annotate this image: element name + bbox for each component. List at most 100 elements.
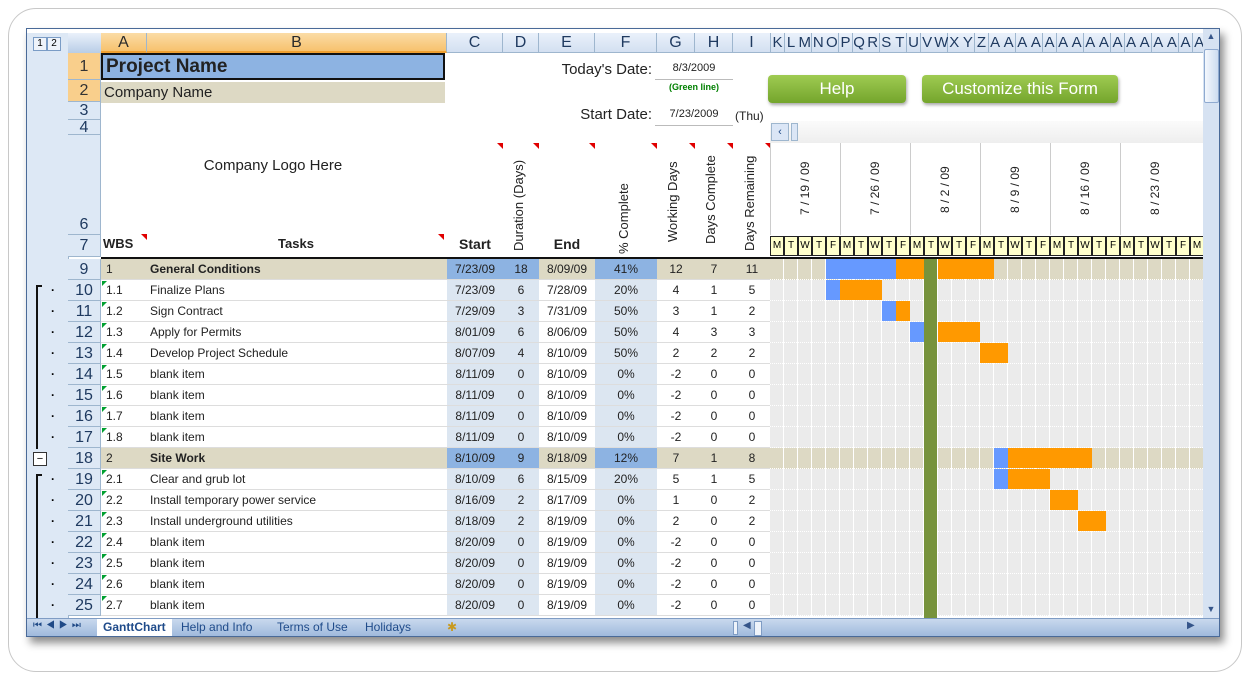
cell-task[interactable]: blank item <box>147 406 447 426</box>
cell-start[interactable]: 8/18/09 <box>447 511 503 531</box>
start-date-value[interactable]: 7/23/2009 <box>655 108 733 126</box>
cell-working[interactable]: -2 <box>657 532 695 552</box>
cell-remaining[interactable]: 0 <box>733 532 771 552</box>
cell-remaining[interactable]: 0 <box>733 595 771 615</box>
cell-task[interactable]: Finalize Plans <box>147 280 447 300</box>
column-header-c[interactable]: C <box>447 33 503 53</box>
cell-done[interactable]: 0 <box>695 595 733 615</box>
cell-wbs[interactable]: 1.5 <box>103 364 147 384</box>
cell-end[interactable]: 8/17/09 <box>539 490 595 510</box>
cell-remaining[interactable]: 0 <box>733 427 771 447</box>
cell-start[interactable]: 8/11/09 <box>447 406 503 426</box>
outline-level-1-button[interactable]: 1 <box>33 37 47 51</box>
select-all-button[interactable] <box>68 33 102 54</box>
cell-end[interactable]: 8/10/09 <box>539 364 595 384</box>
cell-wbs[interactable]: 2.1 <box>103 469 147 489</box>
cell-end[interactable]: 8/10/09 <box>539 343 595 363</box>
cell-task[interactable]: Site Work <box>147 448 447 468</box>
cell-remaining[interactable]: 0 <box>733 574 771 594</box>
vertical-scrollbar[interactable]: ▲ ▼ <box>1203 29 1219 618</box>
row-header[interactable]: 3 <box>68 102 101 120</box>
company-logo-placeholder[interactable]: Company Logo Here <box>101 157 445 174</box>
cell-remaining[interactable]: 3 <box>733 322 771 342</box>
row-header[interactable]: 6 <box>68 135 101 235</box>
company-name-cell[interactable]: Company Name <box>101 82 445 103</box>
cell-wbs[interactable]: 1.3 <box>103 322 147 342</box>
column-header-d[interactable]: D <box>503 33 539 53</box>
cell-duration[interactable]: 18 <box>503 259 539 279</box>
cell-duration[interactable]: 0 <box>503 427 539 447</box>
cell-task[interactable]: Sign Contract <box>147 301 447 321</box>
cell-task[interactable]: blank item <box>147 532 447 552</box>
cell-end[interactable]: 8/19/09 <box>539 574 595 594</box>
comment-indicator[interactable] <box>589 143 595 149</box>
cell-remaining[interactable]: 0 <box>733 385 771 405</box>
cell-working[interactable]: 4 <box>657 322 695 342</box>
column-header-gantt[interactable]: A <box>1165 33 1180 53</box>
cell-start[interactable]: 7/23/09 <box>447 280 503 300</box>
cell-end[interactable]: 8/19/09 <box>539 532 595 552</box>
column-header-gantt[interactable]: O <box>825 33 840 53</box>
cell-start[interactable]: 8/16/09 <box>447 490 503 510</box>
column-header-gantt[interactable]: R <box>866 33 881 53</box>
cell-working[interactable]: -2 <box>657 364 695 384</box>
cell-pct[interactable]: 20% <box>595 469 657 489</box>
cell-wbs[interactable]: 1 <box>103 259 147 279</box>
cell-pct[interactable]: 50% <box>595 301 657 321</box>
cell-duration[interactable]: 0 <box>503 364 539 384</box>
cell-pct[interactable]: 0% <box>595 595 657 615</box>
cell-end[interactable]: 8/10/09 <box>539 427 595 447</box>
column-header-gantt[interactable]: P <box>839 33 853 53</box>
column-header-gantt[interactable]: A <box>1111 33 1125 53</box>
column-header-gantt[interactable]: A <box>988 33 1003 53</box>
cell-duration[interactable]: 6 <box>503 280 539 300</box>
cell-task[interactable]: Install temporary power service <box>147 490 447 510</box>
cell-pct[interactable]: 12% <box>595 448 657 468</box>
hscroll-left-arrow-icon[interactable]: ◀ <box>743 620 751 631</box>
cell-working[interactable]: 1 <box>657 490 695 510</box>
column-header-gantt[interactable]: M <box>798 33 813 53</box>
column-header-h[interactable]: H <box>695 33 733 53</box>
cell-done[interactable]: 0 <box>695 553 733 573</box>
row-header[interactable]: 4 <box>68 120 101 136</box>
cell-working[interactable]: -2 <box>657 385 695 405</box>
cell-task[interactable]: blank item <box>147 595 447 615</box>
cell-duration[interactable]: 0 <box>503 595 539 615</box>
cell-done[interactable]: 0 <box>695 406 733 426</box>
cell-task[interactable]: blank item <box>147 364 447 384</box>
column-header-gantt[interactable]: A <box>1179 33 1193 53</box>
horizontal-scroll-thumb[interactable] <box>754 621 762 636</box>
column-header-e[interactable]: E <box>539 33 595 53</box>
cell-end[interactable]: 8/19/09 <box>539 595 595 615</box>
cell-duration[interactable]: 0 <box>503 406 539 426</box>
customize-form-button[interactable]: Customize this Form <box>922 75 1118 103</box>
cell-wbs[interactable]: 2.7 <box>103 595 147 615</box>
cell-wbs[interactable]: 2.3 <box>103 511 147 531</box>
cell-done[interactable]: 0 <box>695 532 733 552</box>
cell-task[interactable]: blank item <box>147 427 447 447</box>
cell-working[interactable]: 5 <box>657 469 695 489</box>
column-header-gantt[interactable]: Z <box>975 33 989 53</box>
chart-scroll-thumb[interactable] <box>791 123 798 141</box>
cell-done[interactable]: 1 <box>695 301 733 321</box>
cell-remaining[interactable]: 2 <box>733 343 771 363</box>
sheet-navigation-arrows-icon[interactable]: ⏮◀▶⏭ <box>33 620 85 631</box>
cell-remaining[interactable]: 2 <box>733 301 771 321</box>
column-header-gantt[interactable]: A <box>1002 33 1017 53</box>
column-header-gantt[interactable]: N <box>811 33 826 53</box>
column-header-gantt[interactable]: A <box>1124 33 1139 53</box>
cell-pct[interactable]: 20% <box>595 280 657 300</box>
hscroll-right-arrow-icon[interactable]: ▶ <box>1187 620 1195 631</box>
column-header-f[interactable]: F <box>595 33 657 53</box>
cell-working[interactable]: -2 <box>657 595 695 615</box>
cell-done[interactable]: 0 <box>695 364 733 384</box>
cell-working[interactable]: 4 <box>657 280 695 300</box>
cell-duration[interactable]: 4 <box>503 343 539 363</box>
cell-duration[interactable]: 6 <box>503 322 539 342</box>
cell-done[interactable]: 3 <box>695 322 733 342</box>
column-header-gantt[interactable]: A <box>1151 33 1166 53</box>
column-header-b[interactable]: B <box>147 33 447 53</box>
cell-duration[interactable]: 6 <box>503 469 539 489</box>
chart-scroll-left-button[interactable]: ‹ <box>771 123 789 141</box>
cell-working[interactable]: 12 <box>657 259 695 279</box>
